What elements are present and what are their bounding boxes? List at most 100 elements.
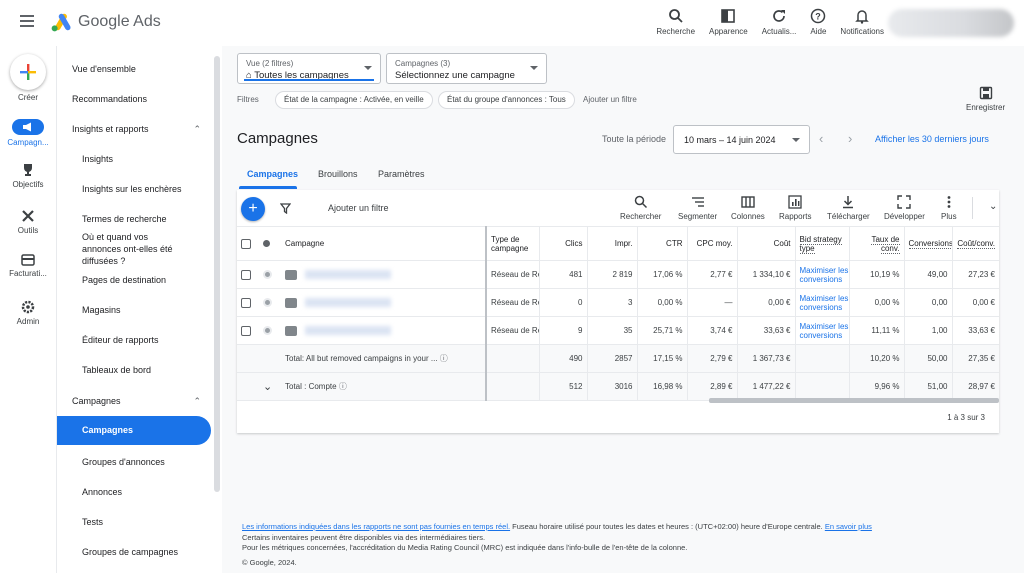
bid-strategy-cell[interactable]: Maximiser les conversions <box>795 288 850 317</box>
row-select-cell[interactable] <box>237 288 259 317</box>
row-select-cell[interactable] <box>237 260 259 289</box>
campaign-name-cell[interactable] <box>281 260 487 289</box>
menu-icon[interactable] <box>20 15 34 27</box>
campaign-name-redacted[interactable] <box>305 270 391 279</box>
campaign-name-cell[interactable] <box>281 316 487 345</box>
download-button[interactable]: Télécharger <box>827 195 870 221</box>
nav-report-editor[interactable]: Éditeur de rapports <box>57 334 211 346</box>
tab-drafts[interactable]: Brouillons <box>318 169 358 179</box>
filter-chip-campaign-status[interactable]: État de la campagne : Activée, en veille <box>275 91 433 109</box>
view-selector[interactable]: Vue (2 filtres) ⌂ Toutes les campagnes <box>237 53 381 84</box>
chevron-right-icon[interactable]: › <box>848 131 852 146</box>
expand-button[interactable]: Développer <box>884 195 925 221</box>
help-outline-icon[interactable]: ⓘ <box>440 354 448 363</box>
refresh-button[interactable]: Actualis... <box>762 5 796 36</box>
table-row[interactable]: Réseau de Recherche 481 2 819 17,06 % 2,… <box>237 260 999 289</box>
add-filter-link[interactable]: Ajouter un filtre <box>583 95 637 104</box>
row-select-cell[interactable] <box>237 316 259 345</box>
status-icon[interactable] <box>263 298 272 308</box>
rail-billing[interactable]: Facturati... <box>0 254 56 278</box>
nav-landing-pages[interactable]: Pages de destination <box>57 274 211 286</box>
nav-ad-groups[interactable]: Groupes d'annonces <box>57 456 211 468</box>
create-button[interactable]: Créer <box>0 54 56 102</box>
header-impr[interactable]: Impr. <box>587 226 638 261</box>
table-row[interactable]: Réseau de Recherche 0 3 0,00 % — 0,00 € … <box>237 288 999 317</box>
header-campaign[interactable]: Campagne <box>281 226 487 261</box>
table-row[interactable]: Réseau de Recherche 9 35 25,71 % 3,74 € … <box>237 316 999 345</box>
google-ads-logo[interactable]: Google Ads <box>50 12 161 32</box>
help-button[interactable]: ? Aide <box>810 5 826 36</box>
header-conversions[interactable]: Conversions <box>904 226 953 261</box>
campaign-name-cell[interactable] <box>281 288 487 317</box>
date-range-picker[interactable]: 10 mars – 14 juin 2024 <box>673 125 810 154</box>
header-cpc[interactable]: CPC moy. <box>687 226 738 261</box>
nav-where-ads-shown[interactable]: Où et quand vos annonces ont-elles été d… <box>57 231 187 267</box>
header-cost[interactable]: Coût <box>737 226 796 261</box>
nav-ads[interactable]: Annonces <box>57 486 211 498</box>
header-ctr[interactable]: CTR <box>637 226 688 261</box>
account-switcher[interactable] <box>888 9 1014 37</box>
save-button[interactable]: Enregistrer <box>966 86 1005 112</box>
realtime-info-link[interactable]: Les informations indiquées dans les rapp… <box>242 522 510 531</box>
notifications-button[interactable]: Notifications <box>840 5 884 36</box>
campaign-name-redacted[interactable] <box>305 298 391 307</box>
status-icon[interactable] <box>263 270 272 280</box>
table-search-button[interactable]: Rechercher <box>620 195 661 221</box>
nav-insights-reports[interactable]: Insights et rapports ⌃ <box>57 123 211 135</box>
help-outline-icon[interactable]: ⓘ <box>339 382 347 391</box>
header-clicks[interactable]: Clics <box>539 226 588 261</box>
campaign-selector[interactable]: Campagnes (3) Sélectionnez une campagne <box>386 53 547 84</box>
rail-tools[interactable]: Outils <box>0 209 56 235</box>
more-button[interactable]: Plus <box>941 195 957 221</box>
learn-more-link[interactable]: En savoir plus <box>825 522 872 531</box>
bid-strategy-cell[interactable]: Maximiser les conversions <box>795 260 850 289</box>
expand-total-cell[interactable]: ⌄ <box>259 372 281 401</box>
chevron-left-icon[interactable]: ‹ <box>819 131 823 146</box>
reports-button[interactable]: Rapports <box>779 195 811 221</box>
rail-campaigns[interactable]: Campagn... <box>0 119 56 147</box>
nav-insights[interactable]: Insights <box>57 153 211 165</box>
table-add-filter[interactable]: Ajouter un filtre <box>328 203 389 213</box>
chevron-down-icon[interactable]: ⌄ <box>263 381 272 393</box>
nav-tests[interactable]: Tests <box>57 516 211 528</box>
filter-chip-adgroup-status[interactable]: État du groupe d'annonces : Tous <box>438 91 575 109</box>
tab-campaigns[interactable]: Campagnes <box>247 169 298 179</box>
nav-auction-insights[interactable]: Insights sur les enchères <box>57 183 211 195</box>
segment-button[interactable]: Segmenter <box>678 195 717 221</box>
nav-stores[interactable]: Magasins <box>57 304 211 316</box>
chevron-down-icon[interactable]: ⌄ <box>989 201 997 212</box>
nav-campaigns-group[interactable]: Campagnes ⌃ <box>57 395 211 407</box>
header-cost-conv[interactable]: Coût/conv. <box>952 226 999 261</box>
columns-button[interactable]: Colonnes <box>731 195 765 221</box>
last-30-days-link[interactable]: Afficher les 30 derniers jours <box>875 134 989 144</box>
row-status-cell[interactable] <box>259 316 281 345</box>
tab-settings[interactable]: Paramètres <box>378 169 425 179</box>
row-checkbox[interactable] <box>241 325 251 336</box>
select-all-cell[interactable] <box>237 226 259 261</box>
add-campaign-button[interactable]: + <box>241 197 265 221</box>
nav-campaigns[interactable]: Campagnes <box>57 416 211 445</box>
row-status-cell[interactable] <box>259 260 281 289</box>
top-search-button[interactable]: Recherche <box>656 5 695 36</box>
row-status-cell[interactable] <box>259 288 281 317</box>
nav-search-terms[interactable]: Termes de recherche <box>57 213 211 225</box>
status-icon[interactable] <box>263 326 272 336</box>
header-type[interactable]: Type de campagne <box>486 226 540 261</box>
nav-recommendations[interactable]: Recommandations <box>57 93 211 105</box>
horizontal-scrollbar[interactable] <box>709 398 999 403</box>
nav-scrollbar[interactable] <box>214 56 220 492</box>
appearance-button[interactable]: Apparence <box>709 5 748 36</box>
row-checkbox[interactable] <box>241 297 251 308</box>
rail-goals[interactable]: Objectifs <box>0 163 56 189</box>
header-bid-strategy[interactable]: Bid strategy type <box>795 226 850 261</box>
header-conv-rate[interactable]: Taux de conv. <box>849 226 905 261</box>
nav-overview[interactable]: Vue d'ensemble <box>57 63 211 75</box>
rail-admin[interactable]: Admin <box>0 300 56 326</box>
filter-icon[interactable] <box>280 203 291 214</box>
row-checkbox[interactable] <box>241 269 251 280</box>
bid-strategy-cell[interactable]: Maximiser les conversions <box>795 316 850 345</box>
nav-campaign-groups[interactable]: Groupes de campagnes <box>57 546 211 558</box>
nav-dashboards[interactable]: Tableaux de bord <box>57 364 211 376</box>
campaign-name-redacted[interactable] <box>305 326 391 335</box>
select-all-checkbox[interactable] <box>241 238 251 249</box>
